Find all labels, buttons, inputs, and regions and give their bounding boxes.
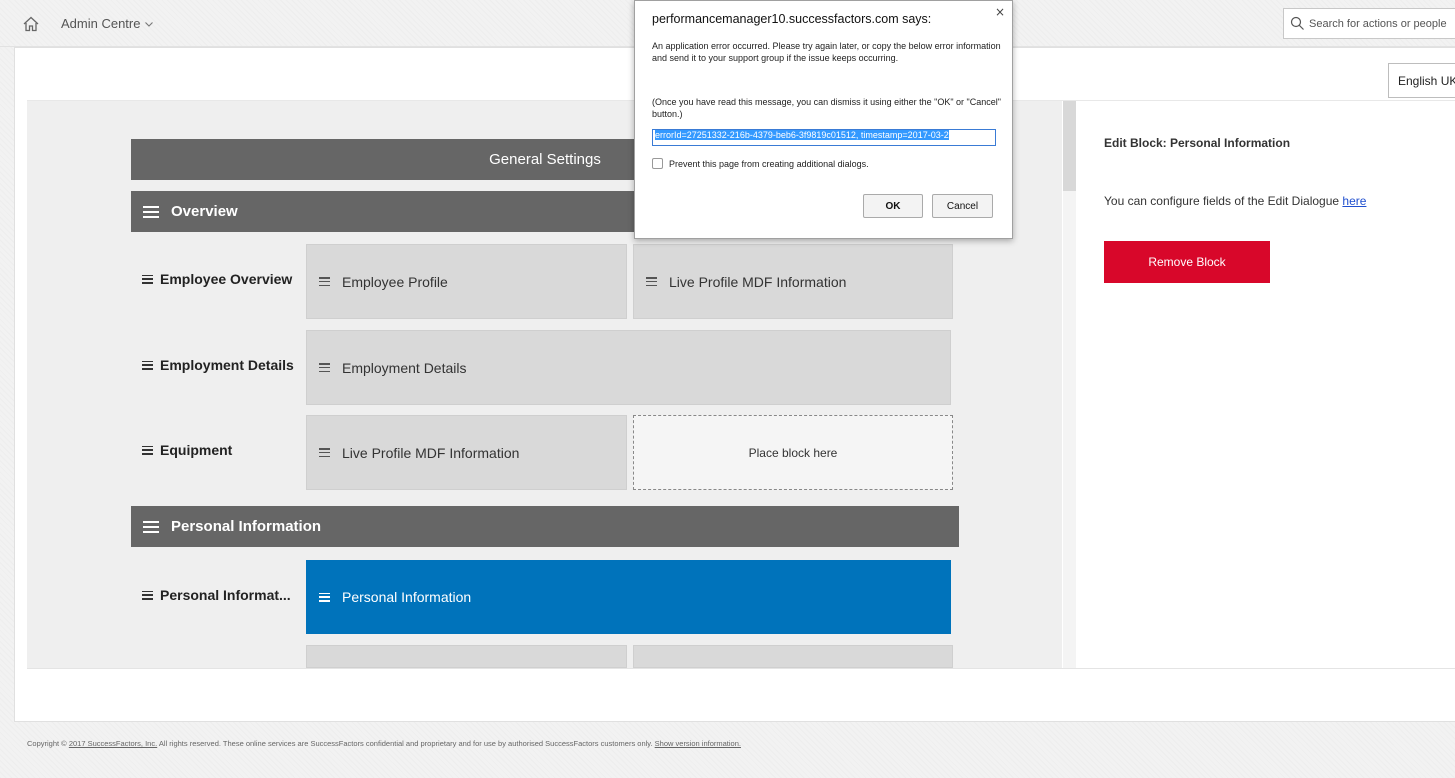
row-label-text: Personal Informat... (160, 587, 291, 603)
configure-fields-text: You can configure fields of the Edit Dia… (1104, 194, 1366, 208)
ok-button[interactable]: OK (863, 194, 923, 218)
language-selected: English UK (1398, 73, 1455, 88)
row-label-employee-overview[interactable]: Employee Overview (142, 271, 292, 287)
block-properties-panel (1077, 101, 1455, 668)
drag-handle-icon (142, 590, 153, 600)
alert-dialog: performancemanager10.successfactors.com … (634, 0, 1013, 239)
drag-handle-icon (319, 363, 330, 372)
block-partial[interactable] (633, 645, 953, 668)
drag-handle-icon[interactable] (143, 520, 159, 533)
drag-handle-icon (142, 445, 153, 455)
search-box[interactable] (1283, 8, 1455, 39)
show-version-link[interactable]: Show version information. (655, 739, 741, 748)
general-settings-label: General Settings (489, 151, 601, 168)
block-label: Employee Profile (342, 273, 448, 290)
language-select[interactable]: English UK (1388, 63, 1455, 98)
dialog-dismiss-note: (Once you have read this message, you ca… (652, 97, 1001, 119)
configure-text: You can configure fields of the Edit Dia… (1104, 194, 1340, 208)
chevron-down-icon (145, 21, 154, 27)
dialog-message: An application error occurred. Please tr… (652, 41, 1001, 63)
drag-handle-icon (319, 448, 330, 457)
home-icon[interactable] (22, 15, 40, 33)
checkbox-icon[interactable] (652, 158, 663, 169)
remove-block-button[interactable]: Remove Block (1104, 241, 1270, 283)
search-input[interactable] (1309, 17, 1455, 30)
section-title: Overview (171, 203, 238, 220)
drag-handle-icon (319, 277, 330, 286)
search-icon (1290, 16, 1304, 30)
prevent-dialogs-label: Prevent this page from creating addition… (669, 158, 869, 169)
block-partial[interactable] (306, 645, 627, 668)
section-title: Personal Information (171, 518, 322, 535)
drag-handle-icon[interactable] (143, 205, 159, 218)
drag-handle-icon (142, 360, 153, 370)
block-label: Live Profile MDF Information (342, 444, 520, 461)
footer-strip (27, 668, 1455, 710)
row-label-employment-details[interactable]: Employment Details (142, 357, 294, 373)
edit-block-title: Edit Block: Personal Information (1104, 136, 1291, 150)
admin-centre-menu[interactable]: Admin Centre (61, 16, 154, 31)
block-label: Live Profile MDF Information (669, 273, 847, 290)
close-icon[interactable]: × (995, 5, 1005, 19)
scrollbar-thumb[interactable] (1063, 101, 1076, 191)
block-live-profile-mdf-equipment[interactable]: Live Profile MDF Information (306, 415, 627, 490)
row-label-text: Equipment (160, 442, 233, 458)
block-personal-information[interactable]: Personal Information (306, 560, 951, 634)
drag-handle-icon (319, 592, 330, 602)
block-label: Employment Details (342, 359, 467, 376)
dialog-title: performancemanager10.successfactors.com … (652, 12, 932, 26)
block-employment-details[interactable]: Employment Details (306, 330, 951, 405)
row-label-text: Employee Overview (160, 271, 293, 287)
placeholder-label: Place block here (748, 445, 838, 460)
row-label-text: Employment Details (160, 357, 294, 373)
copyright-link[interactable]: 2017 SuccessFactors, Inc. (69, 739, 157, 748)
copyright-notice: Copyright © 2017 SuccessFactors, Inc. Al… (27, 739, 741, 748)
row-label-personal-information[interactable]: Personal Informat... (142, 587, 291, 603)
cancel-button[interactable]: Cancel (932, 194, 993, 218)
block-drop-placeholder[interactable]: Place block here (633, 415, 953, 490)
prevent-dialogs-checkbox[interactable]: Prevent this page from creating addition… (652, 158, 869, 169)
copyright-body: All rights reserved. These online servic… (158, 739, 653, 748)
block-label: Personal Information (342, 589, 472, 605)
copyright-prefix: Copyright © (27, 739, 67, 748)
error-info-field[interactable]: errorId=27251332-216b-4379-beb6-3f9819c0… (652, 129, 996, 146)
block-live-profile-mdf[interactable]: Live Profile MDF Information (633, 244, 953, 319)
section-personal-information[interactable]: Personal Information (131, 506, 959, 547)
error-info-value: errorId=27251332-216b-4379-beb6-3f9819c0… (655, 130, 949, 140)
row-label-equipment[interactable]: Equipment (142, 442, 232, 458)
drag-handle-icon (142, 274, 153, 284)
admin-centre-label: Admin Centre (61, 16, 141, 31)
drag-handle-icon (646, 277, 657, 286)
block-employee-profile[interactable]: Employee Profile (306, 244, 627, 319)
configure-here-link[interactable]: here (1342, 194, 1366, 208)
